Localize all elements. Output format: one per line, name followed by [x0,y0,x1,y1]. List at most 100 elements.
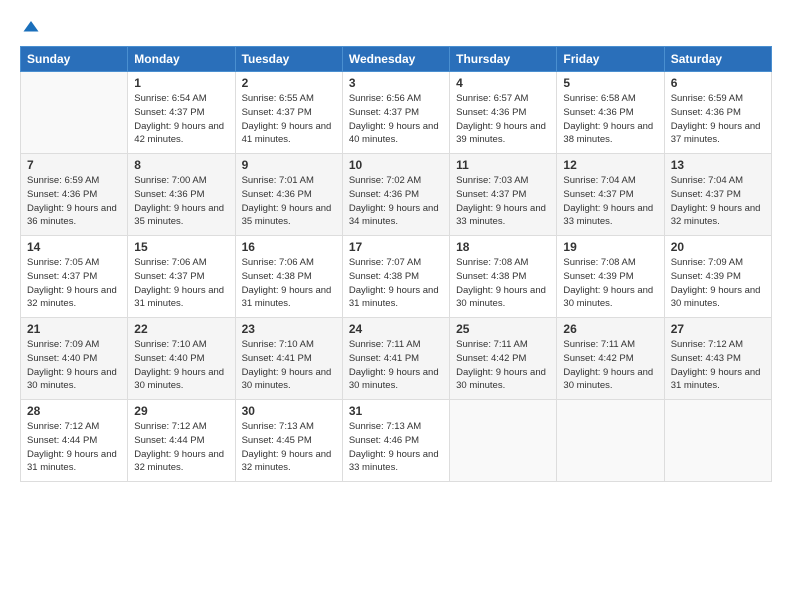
calendar-cell: 31 Sunrise: 7:13 AMSunset: 4:46 PMDayligh… [342,400,449,482]
calendar-cell: 23Sunrise: 7:10 AMSunset: 4:41 PMDayligh… [235,318,342,400]
calendar-cell: 2 Sunrise: 6:55 AMSunset: 4:37 PMDaylight… [235,72,342,154]
calendar-week-row: 7Sunrise: 6:59 AMSunset: 4:36 PMDaylight… [21,154,772,236]
calendar-cell [21,72,128,154]
calendar-cell: 7Sunrise: 6:59 AMSunset: 4:36 PMDaylight… [21,154,128,236]
day-number: 3 [349,76,443,90]
day-number: 17 [349,240,443,254]
day-number: 29 [134,404,228,418]
day-info: Sunrise: 7:09 AMSunset: 4:39 PMDaylight:… [671,256,765,311]
day-number: 11 [456,158,550,172]
day-info: Sunrise: 6:54 AMSunset: 4:37 PMDaylight:… [134,92,228,147]
calendar-cell: 8 Sunrise: 7:00 AMSunset: 4:36 PMDaylight… [128,154,235,236]
day-info: Sunrise: 7:04 AMSunset: 4:37 PMDaylight:… [671,174,765,229]
day-info: Sunrise: 7:12 AMSunset: 4:44 PMDaylight:… [134,420,228,475]
day-info: Sunrise: 7:10 AMSunset: 4:41 PMDaylight:… [242,338,336,393]
calendar-cell: 13 Sunrise: 7:04 AMSunset: 4:37 PMDayligh… [664,154,771,236]
day-number: 10 [349,158,443,172]
day-number: 28 [27,404,121,418]
day-number: 27 [671,322,765,336]
logo [20,18,40,36]
weekday-header: Sunday [21,47,128,72]
day-info: Sunrise: 7:02 AMSunset: 4:36 PMDaylight:… [349,174,443,229]
calendar-cell: 22 Sunrise: 7:10 AMSunset: 4:40 PMDayligh… [128,318,235,400]
day-number: 2 [242,76,336,90]
calendar-cell: 25 Sunrise: 7:11 AMSunset: 4:42 PMDayligh… [450,318,557,400]
day-number: 13 [671,158,765,172]
day-info: Sunrise: 7:06 AMSunset: 4:37 PMDaylight:… [134,256,228,311]
page: SundayMondayTuesdayWednesdayThursdayFrid… [0,0,792,612]
calendar-cell: 20 Sunrise: 7:09 AMSunset: 4:39 PMDayligh… [664,236,771,318]
day-info: Sunrise: 7:04 AMSunset: 4:37 PMDaylight:… [563,174,657,229]
day-number: 12 [563,158,657,172]
weekday-header: Tuesday [235,47,342,72]
weekday-header: Wednesday [342,47,449,72]
day-info: Sunrise: 7:08 AMSunset: 4:38 PMDaylight:… [456,256,550,311]
calendar-table: SundayMondayTuesdayWednesdayThursdayFrid… [20,46,772,482]
weekday-header: Friday [557,47,664,72]
day-number: 7 [27,158,121,172]
logo-icon [22,18,40,36]
day-number: 15 [134,240,228,254]
day-info: Sunrise: 7:09 AMSunset: 4:40 PMDaylight:… [27,338,121,393]
calendar-cell: 24Sunrise: 7:11 AMSunset: 4:41 PMDayligh… [342,318,449,400]
day-info: Sunrise: 7:11 AMSunset: 4:42 PMDaylight:… [456,338,550,393]
calendar-cell: 3 Sunrise: 6:56 AMSunset: 4:37 PMDaylight… [342,72,449,154]
day-number: 9 [242,158,336,172]
day-number: 4 [456,76,550,90]
calendar-cell: 28Sunrise: 7:12 AMSunset: 4:44 PMDayligh… [21,400,128,482]
weekday-header: Saturday [664,47,771,72]
day-info: Sunrise: 7:03 AMSunset: 4:37 PMDaylight:… [456,174,550,229]
day-number: 8 [134,158,228,172]
calendar-week-row: 21 Sunrise: 7:09 AMSunset: 4:40 PMDayligh… [21,318,772,400]
day-number: 6 [671,76,765,90]
day-number: 5 [563,76,657,90]
calendar-cell: 4 Sunrise: 6:57 AMSunset: 4:36 PMDaylight… [450,72,557,154]
calendar-week-row: 28 Sunrise: 7:12 AMSunset: 4:44 PMDayligh… [21,400,772,482]
day-info: Sunrise: 7:10 AMSunset: 4:40 PMDaylight:… [134,338,228,393]
calendar-cell: 30Sunrise: 7:13 AMSunset: 4:45 PMDayligh… [235,400,342,482]
day-number: 30 [242,404,336,418]
day-number: 19 [563,240,657,254]
day-info: Sunrise: 6:56 AMSunset: 4:37 PMDaylight:… [349,92,443,147]
calendar-cell: 11 Sunrise: 7:03 AMSunset: 4:37 PMDayligh… [450,154,557,236]
weekday-header: Monday [128,47,235,72]
day-number: 21 [27,322,121,336]
calendar-cell [557,400,664,482]
calendar-cell: 17Sunrise: 7:07 AMSunset: 4:38 PMDayligh… [342,236,449,318]
day-number: 14 [27,240,121,254]
day-info: Sunrise: 7:01 AMSunset: 4:36 PMDaylight:… [242,174,336,229]
calendar-cell: 27 Sunrise: 7:12 AMSunset: 4:43 PMDayligh… [664,318,771,400]
day-info: Sunrise: 7:12 AMSunset: 4:43 PMDaylight:… [671,338,765,393]
calendar-cell: 12 Sunrise: 7:04 AMSunset: 4:37 PMDayligh… [557,154,664,236]
calendar-cell [450,400,557,482]
calendar-cell: 18 Sunrise: 7:08 AMSunset: 4:38 PMDayligh… [450,236,557,318]
calendar-header-row: SundayMondayTuesdayWednesdayThursdayFrid… [21,47,772,72]
calendar-cell: 15 Sunrise: 7:06 AMSunset: 4:37 PMDayligh… [128,236,235,318]
calendar-cell: 29 Sunrise: 7:12 AMSunset: 4:44 PMDayligh… [128,400,235,482]
day-number: 31 [349,404,443,418]
day-number: 24 [349,322,443,336]
weekday-header: Thursday [450,47,557,72]
calendar-week-row: 14 Sunrise: 7:05 AMSunset: 4:37 PMDayligh… [21,236,772,318]
day-number: 18 [456,240,550,254]
calendar-cell: 9 Sunrise: 7:01 AMSunset: 4:36 PMDaylight… [235,154,342,236]
calendar-cell: 16Sunrise: 7:06 AMSunset: 4:38 PMDayligh… [235,236,342,318]
day-info: Sunrise: 7:13 AMSunset: 4:46 PMDaylight:… [349,420,443,475]
day-number: 22 [134,322,228,336]
day-info: Sunrise: 6:59 AMSunset: 4:36 PMDaylight:… [671,92,765,147]
day-info: Sunrise: 6:55 AMSunset: 4:37 PMDaylight:… [242,92,336,147]
day-info: Sunrise: 7:08 AMSunset: 4:39 PMDaylight:… [563,256,657,311]
day-info: Sunrise: 7:11 AMSunset: 4:42 PMDaylight:… [563,338,657,393]
header [20,18,772,36]
calendar-cell [664,400,771,482]
day-info: Sunrise: 7:05 AMSunset: 4:37 PMDaylight:… [27,256,121,311]
day-info: Sunrise: 7:06 AMSunset: 4:38 PMDaylight:… [242,256,336,311]
calendar-cell: 26Sunrise: 7:11 AMSunset: 4:42 PMDayligh… [557,318,664,400]
calendar-cell: 14 Sunrise: 7:05 AMSunset: 4:37 PMDayligh… [21,236,128,318]
calendar-week-row: 1Sunrise: 6:54 AMSunset: 4:37 PMDaylight… [21,72,772,154]
calendar-cell: 19 Sunrise: 7:08 AMSunset: 4:39 PMDayligh… [557,236,664,318]
day-number: 20 [671,240,765,254]
day-info: Sunrise: 6:57 AMSunset: 4:36 PMDaylight:… [456,92,550,147]
day-info: Sunrise: 7:00 AMSunset: 4:36 PMDaylight:… [134,174,228,229]
day-number: 25 [456,322,550,336]
